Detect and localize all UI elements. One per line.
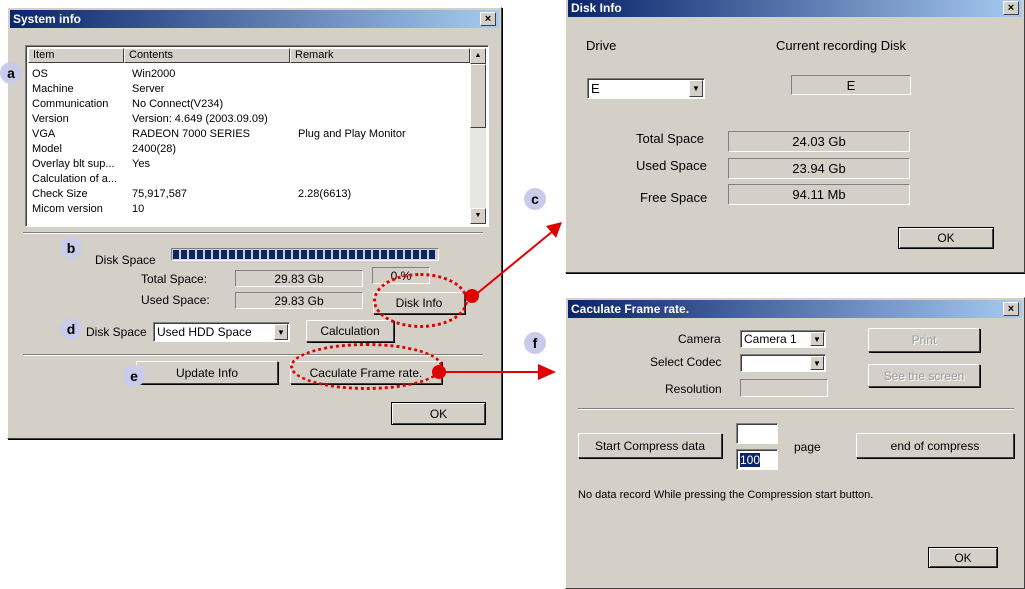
annotation-badge-b: b — [60, 237, 82, 259]
chevron-down-icon[interactable]: ▼ — [274, 324, 288, 340]
close-icon[interactable]: × — [1003, 302, 1019, 316]
total-space-value: 29.83 Gb — [235, 270, 363, 287]
window-title: System info — [13, 12, 82, 26]
resolution-value — [740, 379, 828, 397]
scroll-down-arrow-icon[interactable]: ▼ — [470, 208, 486, 224]
disk-space-select-label: Disk Space — [86, 325, 147, 339]
list-header: Item Contents Remark — [28, 48, 470, 63]
end-of-compress-button[interactable]: end of compress — [856, 433, 1014, 458]
window-title: Disk Info — [571, 1, 622, 15]
page-label: page — [794, 440, 821, 454]
disk-info-window: Disk Info × Drive Current recording Disk… — [565, 0, 1025, 273]
disk-space-progress — [171, 248, 439, 261]
list-item[interactable]: Micom version 10 — [30, 203, 470, 216]
free-space-label: Free Space — [640, 190, 708, 205]
codec-select[interactable]: ▼ — [740, 354, 826, 372]
see-the-screen-button[interactable]: See the screen — [868, 364, 980, 387]
page-input[interactable]: 100 — [736, 449, 778, 470]
list-rows: OS Win2000 Machine Server Communication No … — [30, 64, 470, 224]
system-info-list[interactable]: Item Contents Remark OS Win2000 Machine Se… — [25, 45, 489, 227]
annotation-badge-a: a — [0, 62, 22, 84]
arrowhead-to-frame-rate — [538, 364, 556, 380]
disk-space-progress-fill — [173, 250, 437, 259]
chevron-down-icon[interactable]: ▼ — [810, 356, 824, 370]
list-item[interactable]: Version Version: 4.649 (2003.09.09) — [30, 113, 470, 126]
window-title: Caculate Frame rate. — [571, 302, 690, 316]
separator — [578, 408, 1014, 410]
disk-space-label: Disk Space — [95, 253, 156, 267]
list-item[interactable]: OS Win2000 — [30, 68, 470, 81]
system-info-titlebar[interactable]: System info × — [10, 10, 499, 28]
calculation-button[interactable]: Calculation — [306, 320, 394, 342]
used-space-label: Used Space — [636, 158, 707, 173]
annotation-badge-e: e — [123, 365, 145, 387]
camera-label: Camera — [678, 332, 721, 346]
total-space-label: Total Space: — [141, 272, 208, 286]
close-icon[interactable]: × — [1003, 1, 1019, 15]
camera-select[interactable]: Camera 1 ▼ — [740, 330, 826, 348]
status-message: No data record While pressing the Compre… — [578, 489, 874, 501]
annotation-badge-d: d — [60, 318, 82, 340]
annotation-dot-disk-info — [465, 289, 479, 303]
list-scrollbar[interactable]: ▲ ▼ — [470, 48, 486, 224]
used-space-value: 29.83 Gb — [235, 292, 363, 309]
chevron-down-icon[interactable]: ▼ — [689, 80, 703, 97]
highlight-disk-info — [373, 273, 468, 328]
annotation-badge-f: f — [524, 332, 546, 354]
list-item[interactable]: VGA RADEON 7000 SERIES Plug and Play Monit… — [30, 128, 470, 141]
ok-button[interactable]: OK — [898, 227, 994, 249]
list-item[interactable]: Communication No Connect(V234) — [30, 98, 470, 111]
column-header-contents[interactable]: Contents — [124, 48, 290, 63]
total-space-value: 24.03 Gb — [728, 131, 910, 152]
annotation-dot-frame-rate — [432, 365, 446, 379]
scroll-thumb[interactable] — [470, 64, 486, 128]
update-info-button[interactable]: Update Info — [136, 361, 278, 384]
drive-label: Drive — [586, 38, 617, 53]
used-space-label: Used Space: — [141, 293, 210, 307]
ok-button[interactable]: OK — [391, 402, 486, 425]
free-space-value: 94.11 Mb — [728, 184, 910, 205]
frame-rate-titlebar[interactable]: Caculate Frame rate. × — [568, 300, 1022, 318]
column-header-remark[interactable]: Remark — [290, 48, 470, 63]
disk-info-titlebar[interactable]: Disk Info × — [568, 0, 1022, 17]
print-button[interactable]: Print — [868, 328, 980, 352]
list-item[interactable]: Check Size 75,917,587 2.28(6613) — [30, 188, 470, 201]
disk-space-select[interactable]: Used HDD Space ▼ — [153, 322, 290, 342]
resolution-label: Resolution — [665, 382, 722, 396]
select-codec-label: Select Codec — [650, 355, 722, 369]
drive-select[interactable]: E ▼ — [587, 78, 705, 99]
arrowhead-to-disk-info — [546, 222, 562, 238]
current-recording-disk-value: E — [791, 75, 911, 95]
list-item[interactable]: Model 2400(28) — [30, 143, 470, 156]
page-top-input[interactable] — [736, 423, 778, 444]
annotation-badge-c: c — [524, 188, 546, 210]
close-icon[interactable]: × — [480, 12, 496, 26]
separator — [23, 232, 483, 234]
start-compress-data-button[interactable]: Start Compress data — [578, 433, 722, 458]
scroll-up-arrow-icon[interactable]: ▲ — [470, 48, 486, 64]
list-item[interactable]: Machine Server — [30, 83, 470, 96]
highlight-caculate-frame-rate — [290, 343, 443, 390]
caculate-frame-rate-window: Caculate Frame rate. × Camera Camera 1 ▼… — [565, 297, 1025, 589]
used-space-value: 23.94 Gb — [728, 158, 910, 179]
column-header-item[interactable]: Item — [28, 48, 124, 63]
current-recording-disk-label: Current recording Disk — [776, 38, 907, 53]
list-item[interactable]: Calculation of a... — [30, 173, 470, 186]
list-item[interactable]: Overlay blt sup... Yes — [30, 158, 470, 171]
total-space-label: Total Space — [636, 131, 704, 146]
chevron-down-icon[interactable]: ▼ — [810, 332, 824, 346]
ok-button[interactable]: OK — [928, 547, 998, 568]
